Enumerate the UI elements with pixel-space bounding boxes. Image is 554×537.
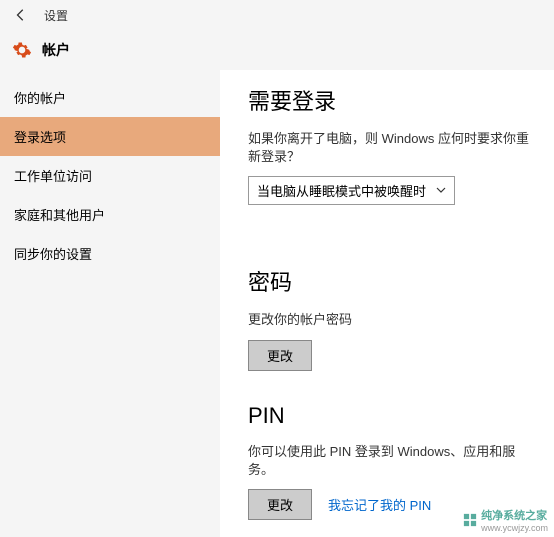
- password-text: 更改你的帐户密码: [248, 311, 534, 329]
- sidebar-item-family-users[interactable]: 家庭和其他用户: [0, 195, 220, 234]
- sidebar-item-work-access[interactable]: 工作单位访问: [0, 156, 220, 195]
- page-title: 帐户: [42, 40, 70, 60]
- chevron-down-icon: [436, 183, 446, 198]
- pin-title: PIN: [248, 403, 534, 429]
- password-title: 密码: [248, 265, 534, 297]
- titlebar-text: 设置: [44, 7, 68, 24]
- change-password-button[interactable]: 更改: [248, 340, 312, 371]
- watermark-url: www.ycwjzy.com: [481, 523, 548, 533]
- sidebar: 你的帐户 登录选项 工作单位访问 家庭和其他用户 同步你的设置: [0, 70, 220, 537]
- forgot-pin-link[interactable]: 我忘记了我的 PIN: [328, 495, 431, 514]
- signin-timing-dropdown[interactable]: 当电脑从睡眠模式中被唤醒时: [248, 176, 455, 205]
- require-signin-text: 如果你离开了电脑，则 Windows 应何时要求你重新登录？: [248, 130, 534, 166]
- require-signin-title: 需要登录: [248, 84, 534, 116]
- sidebar-item-sync-settings[interactable]: 同步你的设置: [0, 234, 220, 273]
- sidebar-item-your-account[interactable]: 你的帐户: [0, 78, 220, 117]
- pin-text: 你可以使用此 PIN 登录到 Windows、应用和服务。: [248, 443, 534, 479]
- gear-icon: [12, 40, 32, 60]
- change-pin-button[interactable]: 更改: [248, 489, 312, 520]
- watermark-name: 纯净系统之家: [481, 507, 548, 523]
- back-button[interactable]: [10, 4, 32, 26]
- sidebar-item-signin-options[interactable]: 登录选项: [0, 117, 220, 156]
- dropdown-value: 当电脑从睡眠模式中被唤醒时: [257, 181, 426, 200]
- content-area: 需要登录 如果你离开了电脑，则 Windows 应何时要求你重新登录？ 当电脑从…: [220, 70, 554, 537]
- watermark: 纯净系统之家 www.ycwjzy.com: [463, 507, 548, 533]
- watermark-logo-icon: [463, 513, 477, 527]
